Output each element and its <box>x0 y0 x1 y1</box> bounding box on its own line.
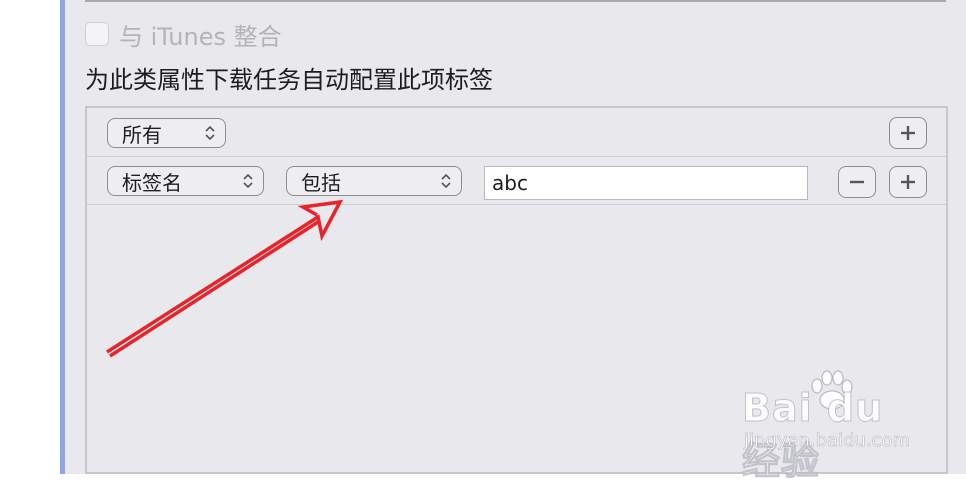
itunes-checkbox-row[interactable]: 与 iTunes 整合 <box>85 20 282 51</box>
itunes-checkbox[interactable] <box>85 22 109 46</box>
itunes-checkbox-label: 与 iTunes 整合 <box>119 22 282 51</box>
updown-chevron-icon <box>205 125 215 141</box>
watermark-url: jingyan.baidu.com <box>744 430 911 452</box>
top-divider <box>85 0 946 2</box>
criteria-value-field[interactable]: abc <box>484 166 808 200</box>
minus-icon <box>850 180 864 184</box>
operator-value: 包括 <box>301 170 341 195</box>
row-divider <box>87 156 946 157</box>
attribute-popup[interactable]: 标签名 <box>107 166 264 196</box>
remove-criteria-button[interactable] <box>838 166 876 198</box>
attribute-value: 标签名 <box>122 170 182 195</box>
updown-chevron-icon <box>243 173 253 189</box>
sidebar-area <box>0 0 60 474</box>
auto-tag-heading: 为此类属性下载任务自动配置此项标签 <box>85 66 493 94</box>
match-type-value: 所有 <box>122 122 162 147</box>
operator-popup[interactable]: 包括 <box>286 166 462 196</box>
updown-chevron-icon <box>441 173 451 189</box>
plus-icon <box>901 175 915 189</box>
add-criteria-button[interactable] <box>889 166 927 198</box>
add-group-button[interactable] <box>889 117 927 149</box>
row-divider <box>87 204 946 205</box>
match-type-popup[interactable]: 所有 <box>107 118 226 148</box>
baidu-jingyan-watermark: Bai du 经验 jingyan.baidu.com <box>742 370 932 484</box>
plus-icon <box>901 126 915 140</box>
